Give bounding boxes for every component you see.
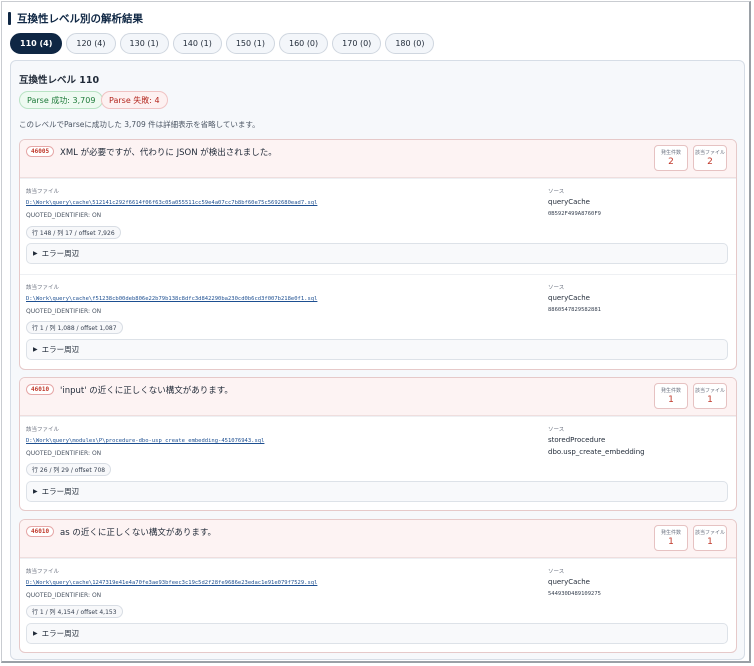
file-label: 該当ファイル [26,427,60,433]
window-frame: 互換性レベル別の解析結果 110 (4) 120 (4) 130 (1) 140… [1,1,751,663]
occurrence-count-box: 発生件数 2 [654,145,688,171]
triangle-right-icon: ▶ [33,488,38,495]
file-count-label: 該当ファイル [694,388,725,394]
position-badge: 行 1 / 列 4,154 / offset 4,153 [26,605,123,618]
error-entry: 該当ファイル D:\Work\query\modules\P\procedure… [20,416,736,510]
error-message: XML が必要ですが、代わりに JSON が検出されました。 [60,148,277,158]
file-count-label: 該当ファイル [694,530,725,536]
quoted-identifier: QUOTED_IDENTIFIER: ON [26,308,102,315]
error-context-expander[interactable]: ▶ エラー周辺 [26,481,728,502]
level-note: このレベルでParseに成功した 3,709 件は詳細表示を省略しています。 [19,120,260,129]
occurrence-count-value: 1 [668,537,674,547]
error-message: 'input' の近くに正しくない構文があります。 [60,386,233,396]
level-title: 互換性レベル 110 [19,75,100,86]
error-code-badge: 46005 [26,146,55,157]
page-title: 互換性レベル別の解析結果 [8,11,143,25]
triangle-right-icon: ▶ [33,630,38,637]
source-type: queryCache [548,578,590,586]
position-badge: 行 26 / 列 29 / offset 708 [26,463,112,476]
file-path-link[interactable]: D:\Work\query\cache\512141c292f6614f06f6… [26,200,317,206]
parse-fail-badge: Parse 失敗: 4 [101,91,168,109]
quoted-identifier: QUOTED_IDENTIFIER: ON [26,450,102,457]
error-code-badge: 46010 [26,384,55,395]
level-panel: 互換性レベル 110 Parse 成功: 3,709 Parse 失敗: 4 こ… [10,60,745,660]
tab-130[interactable]: 130 (1) [119,33,169,54]
tab-180[interactable]: 180 (0) [385,33,435,54]
occurrence-count-label: 発生件数 [660,388,681,394]
position-badge: 行 1 / 列 1,088 / offset 1,087 [26,321,123,334]
source-detail: 0B592F499A8760F9 [548,211,601,217]
file-count-value: 2 [707,157,713,167]
file-count-box: 該当ファイル 1 [693,383,727,409]
tab-110[interactable]: 110 (4) [10,33,63,54]
occurrence-count-value: 2 [668,157,674,167]
source-label: ソース [548,569,565,575]
tab-170[interactable]: 170 (0) [332,33,382,54]
source-label: ソース [548,427,565,433]
file-count-label: 該当ファイル [694,150,725,156]
file-count-box: 該当ファイル 2 [693,145,727,171]
expander-label: エラー周辺 [41,487,80,496]
error-card: 46005 XML が必要ですが、代わりに JSON が検出されました。 発生件… [19,139,737,370]
page-title-text: 互換性レベル別の解析結果 [17,12,143,25]
source-type: queryCache [548,198,590,206]
error-context-expander[interactable]: ▶ エラー周辺 [26,243,728,264]
occurrence-count-box: 発生件数 1 [654,383,688,409]
occurrence-count-label: 発生件数 [660,530,681,536]
tab-140[interactable]: 140 (1) [172,33,222,54]
error-message: as の近くに正しくない構文があります。 [60,528,216,538]
error-entry: 該当ファイル D:\Work\query\cache\1247319e41e4a… [20,558,736,652]
error-card: 46010 'input' の近くに正しくない構文があります。 発生件数 1 該… [19,377,737,511]
error-card-header: 46010 'input' の近くに正しくない構文があります。 発生件数 1 該… [20,378,736,416]
expander-label: エラー周辺 [41,345,80,354]
source-type: storedProcedure [548,436,606,444]
source-label: ソース [548,189,565,195]
triangle-right-icon: ▶ [33,346,38,353]
file-count-box: 該当ファイル 1 [693,525,727,551]
error-context-expander[interactable]: ▶ エラー周辺 [26,623,728,644]
source-detail: 544930D489109275 [548,591,601,597]
error-entry: 該当ファイル D:\Work\query\cache\f51238cb00deb… [20,274,736,369]
source-label: ソース [548,285,565,291]
file-count-value: 1 [707,537,713,547]
position-badge: 行 148 / 列 17 / offset 7,926 [26,226,121,239]
occurrence-count-label: 発生件数 [660,150,681,156]
source-detail: 8860547829582881 [548,307,601,313]
error-card-header: 46005 XML が必要ですが、代わりに JSON が検出されました。 発生件… [20,140,736,178]
occurrence-count-box: 発生件数 1 [654,525,688,551]
error-card-header: 46010 as の近くに正しくない構文があります。 発生件数 1 該当ファイル… [20,520,736,558]
error-entry: 該当ファイル D:\Work\query\cache\512141c292f66… [20,178,736,274]
quoted-identifier: QUOTED_IDENTIFIER: ON [26,592,102,599]
title-accent-bar [8,11,11,25]
file-path-link[interactable]: D:\Work\query\cache\1247319e41e4a70fe3ae… [26,580,317,586]
file-label: 該当ファイル [26,569,60,575]
file-path-link[interactable]: D:\Work\query\modules\P\procedure-dbo-us… [26,438,264,444]
triangle-right-icon: ▶ [33,250,38,257]
parse-success-badge: Parse 成功: 3,709 [19,91,104,109]
expander-label: エラー周辺 [41,629,80,638]
tab-160[interactable]: 160 (0) [279,33,329,54]
file-label: 該当ファイル [26,285,60,291]
expander-label: エラー周辺 [41,249,80,258]
file-count-value: 1 [707,395,713,405]
source-detail: dbo.usp_create_embedding [548,448,645,456]
tab-120[interactable]: 120 (4) [66,33,116,54]
level-tabs: 110 (4) 120 (4) 130 (1) 140 (1) 150 (1) … [10,33,435,54]
file-label: 該当ファイル [26,189,60,195]
file-path-link[interactable]: D:\Work\query\cache\f51238cb00deb806e22b… [26,296,317,302]
error-code-badge: 46010 [26,526,55,537]
quoted-identifier: QUOTED_IDENTIFIER: ON [26,212,102,219]
error-context-expander[interactable]: ▶ エラー周辺 [26,339,728,360]
error-card: 46010 as の近くに正しくない構文があります。 発生件数 1 該当ファイル… [19,519,737,653]
source-type: queryCache [548,294,590,302]
occurrence-count-value: 1 [668,395,674,405]
tab-150[interactable]: 150 (1) [225,33,275,54]
